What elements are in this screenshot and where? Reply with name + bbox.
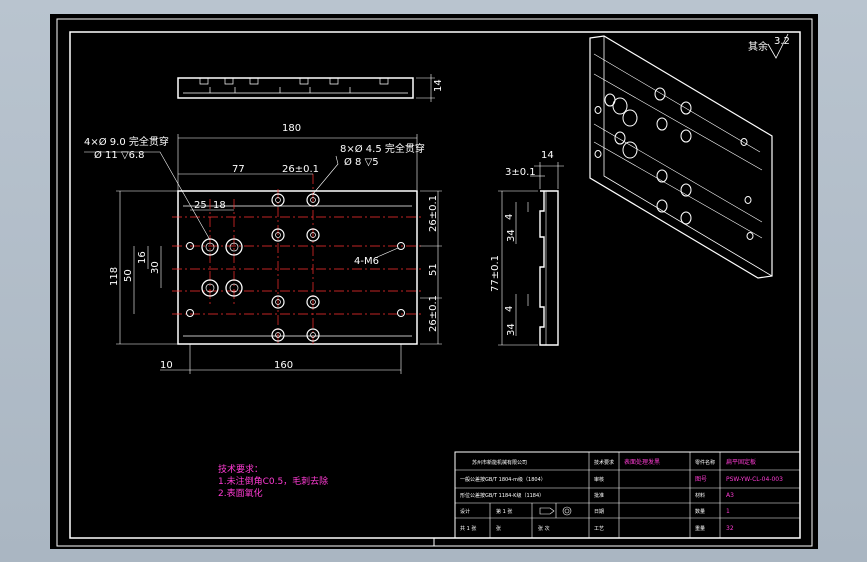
tb-row3: 形位公差按GB/T 1184-K级（1184） <box>460 492 544 499</box>
side-height-upper: 34 <box>506 229 517 242</box>
notes-line-1: 1.未注倒角C0.5，毛刺去除 <box>218 475 328 487</box>
notes-line-2: 2.表面氧化 <box>218 487 263 499</box>
dim-left-offset: 10 <box>160 360 173 371</box>
tb-weight-label: 重量 <box>695 525 705 532</box>
dim-overall-height: 118 <box>109 267 120 286</box>
tb-process: 工艺 <box>594 526 604 532</box>
projection-symbol-icon <box>539 506 572 516</box>
engineering-drawing: 14 180 77 26±0.1 25 18 4×Ø 9.0 完全贯穿 Ø 11… <box>56 18 813 547</box>
tb-part-name: 扁平固定板 <box>726 458 756 466</box>
tb-mat: 1 <box>726 508 730 515</box>
tb-part-name-label: 零件名称 <box>695 459 715 466</box>
tb-col-label2: 审核 <box>594 476 604 483</box>
notes-title: 技术要求： <box>218 463 263 475</box>
tb-qty: A3 <box>726 492 734 499</box>
top-view: 14 <box>177 74 444 102</box>
counterbore-note-2: Ø 8 ▽5 <box>344 156 379 168</box>
tb-mat-label: 数量 <box>695 508 705 515</box>
dim-row-spacing: 51 <box>428 263 439 276</box>
tb-row5c: 张 次 <box>538 525 550 532</box>
dim-height-16: 16 <box>137 251 148 264</box>
dim-overall-width: 180 <box>282 123 301 134</box>
top-thickness-label: 14 <box>433 79 444 92</box>
side-step-upper: 3±0.1 <box>505 167 536 178</box>
roughness-label: 其余 <box>748 40 768 53</box>
dim-hole-spacing: 160 <box>274 360 293 371</box>
side-depth-upper: 4 <box>504 214 515 220</box>
tb-drawing-no-label: 图号 <box>695 476 707 483</box>
tb-sheet: 第 1 张 <box>496 508 512 515</box>
dim-height-50: 50 <box>123 269 134 282</box>
chamfer-note-1: 4×Ø 9.0 完全贯穿 <box>84 135 169 148</box>
side-total-height: 77±0.1 <box>490 255 501 292</box>
tb-row5a: 共 1 张 <box>460 525 476 532</box>
tb-col-label4: 日期 <box>594 509 604 515</box>
tb-qty-label: 材料 <box>695 492 705 499</box>
tb-col-label3: 批准 <box>594 492 604 499</box>
dim-height-30: 30 <box>150 261 161 274</box>
side-height-lower: 34 <box>506 323 517 336</box>
dim-slot-top: 26±0.1 <box>428 195 439 232</box>
tb-weight: 32 <box>726 525 734 532</box>
side-view: 14 3±0.1 4 34 77±0.1 4 34 <box>490 150 564 346</box>
tb-col-label1: 技术要求 <box>594 459 614 466</box>
chamfer-note-2: Ø 11 ▽6.8 <box>94 149 145 161</box>
roughness-symbol: 其余 3.2 <box>748 33 790 59</box>
isometric-view <box>589 35 773 279</box>
dim-slot-bottom: 26±0.1 <box>428 295 439 332</box>
side-depth-lower: 4 <box>504 306 515 312</box>
side-width: 14 <box>541 150 554 161</box>
tb-row2: 一般公差按GB/T 1804-m级（1804） <box>460 476 546 483</box>
tap-note: 4-M6 <box>354 256 379 267</box>
cad-viewport[interactable]: 14 180 77 26±0.1 25 18 4×Ø 9.0 完全贯穿 Ø 11… <box>50 14 818 549</box>
technical-notes: 技术要求： 1.未注倒角C0.5，毛刺去除 2.表面氧化 <box>218 463 328 499</box>
dim-18: 18 <box>213 200 226 211</box>
dim-25: 25 <box>194 200 207 211</box>
dim-slot-width: 26±0.1 <box>282 164 319 175</box>
dim-center-offset: 77 <box>232 164 245 175</box>
tb-col-value1: 表面处理发黑 <box>624 458 660 466</box>
tb-company: 苏州市新能机械有限公司 <box>472 459 527 466</box>
counterbore-note-1: 8×Ø 4.5 完全贯穿 <box>340 142 425 155</box>
tb-drawing-no: PSW-YW-CL-04-003 <box>726 476 783 483</box>
tb-row5b: 张 <box>496 525 501 532</box>
tb-material-label: 设计 <box>460 508 470 515</box>
title-block: 苏州市新能机械有限公司 一般公差按GB/T 1804-m级（1804） 形位公差… <box>454 451 801 539</box>
front-view: 180 77 26±0.1 25 18 4×Ø 9.0 完全贯穿 Ø 11 ▽6… <box>84 123 442 374</box>
